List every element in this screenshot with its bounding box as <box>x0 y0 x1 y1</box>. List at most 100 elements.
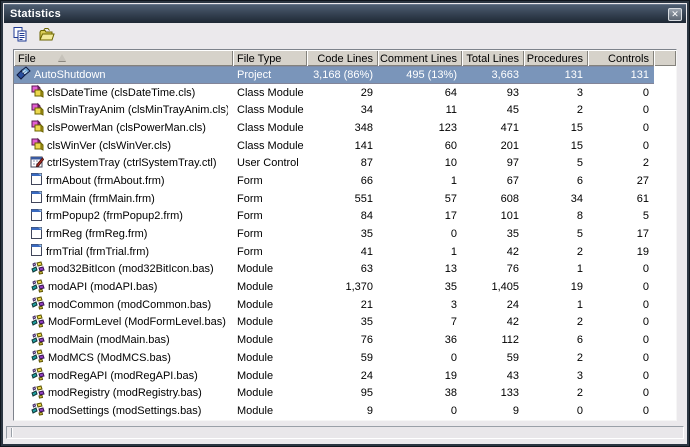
statistics-window: Statistics ✕ File File Type Code Lines C… <box>0 0 690 447</box>
total-lines-cell: 43 <box>506 369 519 382</box>
file-type-cell: Class Module <box>237 86 304 99</box>
close-button[interactable]: ✕ <box>668 7 682 21</box>
table-row[interactable]: mod32BitIcon (mod32BitIcon.bas) Module 6… <box>14 261 676 279</box>
code-lines-cell: 87 <box>360 157 373 170</box>
table-row[interactable]: ModFormLevel (ModFormLevel.bas) Module 3… <box>14 314 676 332</box>
controls-cell: 19 <box>636 245 649 258</box>
total-lines-cell: 471 <box>500 121 519 134</box>
column-header-type[interactable]: File Type <box>233 50 307 66</box>
table-row[interactable]: clsDateTime (clsDateTime.cls) Class Modu… <box>14 84 676 102</box>
procedures-cell: 6 <box>576 334 583 347</box>
column-header-ctrl[interactable]: Controls <box>588 50 654 66</box>
project-icon <box>16 66 31 83</box>
procedures-cell: 34 <box>570 192 583 205</box>
file-name: clsPowerMan (clsPowerMan.cls) <box>47 121 206 134</box>
column-header-label: Controls <box>608 52 649 65</box>
file-name: clsWinVer (clsWinVer.cls) <box>47 139 172 152</box>
table-row[interactable]: modMain (modMain.bas) Module 76 36 112 6… <box>14 331 676 349</box>
toolbar <box>4 23 686 49</box>
column-header-total[interactable]: Total Lines <box>462 50 524 66</box>
usercontrol-icon <box>30 155 45 172</box>
form-icon <box>30 243 43 260</box>
table-row[interactable]: modRegAPI (modRegAPI.bas) Module 24 19 4… <box>14 367 676 385</box>
controls-cell: 0 <box>642 334 649 347</box>
file-type-cell: Project <box>233 66 307 84</box>
total-lines-cell: 112 <box>501 334 519 347</box>
table-row[interactable]: modAPI (modAPI.bas) Module 1,370 35 1,40… <box>14 278 676 296</box>
table-row[interactable]: clsPowerMan (clsPowerMan.cls) Class Modu… <box>14 119 676 137</box>
copy-button[interactable] <box>10 26 30 46</box>
form-icon <box>30 226 43 243</box>
code-lines-cell: 35 <box>360 316 373 329</box>
controls-cell: 2 <box>642 157 649 170</box>
table-row[interactable]: clsWinVer (clsWinVer.cls) Class Module 1… <box>14 137 676 155</box>
statistics-table: File File Type Code Lines Comment Lines … <box>13 49 677 421</box>
comment-lines-cell: 13 <box>444 263 457 276</box>
file-name: frmPopup2 (frmPopup2.frm) <box>46 210 183 223</box>
controls-cell: 61 <box>636 192 649 205</box>
controls-cell: 0 <box>642 86 649 99</box>
copy-icon <box>12 26 29 46</box>
procedures-cell: 2 <box>576 387 583 400</box>
table-row[interactable]: frmTrial (frmTrial.frm) Form 41 1 42 2 1… <box>14 243 676 261</box>
resize-grip[interactable] <box>11 428 13 437</box>
column-header-code[interactable]: Code Lines <box>307 50 378 66</box>
open-folder-button[interactable] <box>37 26 57 46</box>
class-icon <box>30 119 44 136</box>
file-type-cell: Module <box>237 263 274 276</box>
total-lines-cell: 133 <box>500 387 519 400</box>
table-row[interactable]: ModMCS (ModMCS.bas) Module 59 0 59 2 0 <box>14 349 676 367</box>
column-header-label: Code Lines <box>317 52 373 65</box>
comment-lines-cell: 17 <box>444 210 457 223</box>
total-lines-cell: 59 <box>506 351 519 364</box>
code-lines-cell: 21 <box>360 298 373 311</box>
controls-cell: 0 <box>642 404 649 417</box>
column-header-proc[interactable]: Procedures <box>524 50 588 66</box>
table-row[interactable]: modSettings (modSettings.bas) Module 9 0… <box>14 402 676 420</box>
table-row[interactable]: frmReg (frmReg.frm) Form 35 0 35 5 17 <box>14 225 676 243</box>
table-row[interactable]: frmMain (frmMain.frm) Form 551 57 608 34… <box>14 190 676 208</box>
class-icon <box>30 137 44 154</box>
file-name: modCommon (modCommon.bas) <box>48 298 212 311</box>
comment-lines-cell: 19 <box>444 369 457 382</box>
file-type-cell: User Control <box>237 157 299 170</box>
column-header-label: Procedures <box>526 52 583 65</box>
file-type-cell: Form <box>237 210 263 223</box>
column-header-label: File Type <box>237 52 282 65</box>
table-row[interactable]: frmPopup2 (frmPopup2.frm) Form 84 17 101… <box>14 208 676 226</box>
table-row[interactable]: modRegistry (modRegistry.bas) Module 95 … <box>14 384 676 402</box>
file-name: clsMinTrayAnim (clsMinTrayAnim.cls) <box>47 104 228 117</box>
file-type-cell: Module <box>237 298 274 311</box>
controls-cell: 0 <box>642 298 649 311</box>
file-name: modRegistry (modRegistry.bas) <box>48 387 202 400</box>
column-header-comment[interactable]: Comment Lines <box>378 50 462 66</box>
comment-lines-cell: 1 <box>450 245 457 258</box>
total-lines-cell: 67 <box>506 174 519 187</box>
file-type-cell: Module <box>237 334 274 347</box>
code-lines-cell: 29 <box>360 86 373 99</box>
code-lines-cell: 66 <box>360 174 373 187</box>
controls-cell: 0 <box>642 263 649 276</box>
column-header-label: Comment Lines <box>379 52 457 65</box>
table-row[interactable]: frmAbout (frmAbout.frm) Form 66 1 67 6 2… <box>14 172 676 190</box>
total-lines-cell: 45 <box>506 104 519 117</box>
table-row[interactable]: modCommon (modCommon.bas) Module 21 3 24… <box>14 296 676 314</box>
code-lines-cell: 34 <box>360 104 373 117</box>
comment-lines-cell: 0 <box>450 404 457 417</box>
controls-cell: 131 <box>588 66 654 84</box>
file-type-cell: Form <box>237 245 263 258</box>
title-bar: Statistics ✕ <box>4 4 686 23</box>
module-icon <box>30 278 45 296</box>
code-lines-cell: 95 <box>360 387 373 400</box>
table-row[interactable]: AutoShutdown Project 3,168 (86%) 495 (13… <box>14 66 676 84</box>
form-icon <box>30 208 43 225</box>
controls-cell: 27 <box>636 174 649 187</box>
code-lines-cell: 348 <box>354 121 373 134</box>
open-folder-icon <box>38 26 56 46</box>
column-header-file[interactable]: File <box>14 50 233 66</box>
table-row[interactable]: clsMinTrayAnim (clsMinTrayAnim.cls) Clas… <box>14 101 676 119</box>
comment-lines-cell: 3 <box>450 298 457 311</box>
file-type-cell: Module <box>237 281 274 294</box>
total-lines-cell: 35 <box>506 228 519 241</box>
table-row[interactable]: ctrlSystemTray (ctrlSystemTray.ctl) User… <box>14 154 676 172</box>
